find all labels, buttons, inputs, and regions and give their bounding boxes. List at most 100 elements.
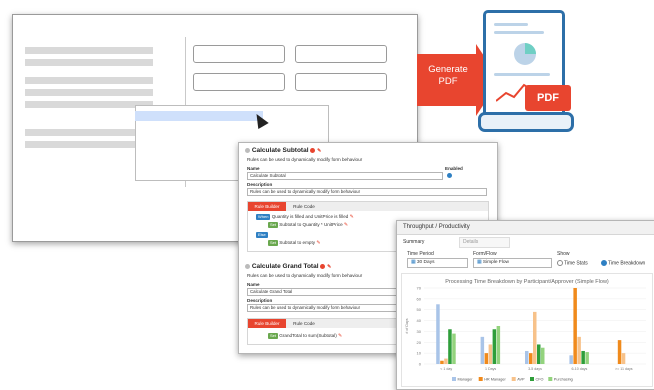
set-text: Subtotal to Quantity * UnitPrice: [279, 222, 343, 227]
legend-swatch: [548, 377, 553, 381]
wire-bar: [25, 47, 153, 54]
rule-subtitle: Rules can be used to dynamically modify …: [247, 157, 363, 162]
edit-icon[interactable]: ✎: [350, 214, 354, 220]
show-option-label: Time Stats: [564, 260, 588, 267]
doc-line: [494, 23, 528, 26]
radio-icon[interactable]: [557, 260, 563, 266]
legend-swatch: [530, 377, 534, 381]
tab-rule-code[interactable]: Rule Code: [288, 202, 320, 211]
when-text: Quantity is filled and UnitPrice is fill…: [271, 214, 349, 219]
wire-field: [295, 45, 387, 63]
y-tick-label: 30: [417, 329, 422, 334]
edit-icon[interactable]: ✎: [317, 148, 321, 154]
y-tick-label: 70: [417, 286, 422, 291]
bar: [448, 329, 452, 364]
wire-bar: [25, 77, 153, 84]
scroll-roll-icon: [478, 112, 574, 132]
time-period-select[interactable]: ▦ 30 Days: [407, 258, 468, 268]
rule-title: Calculate Subtotal ✎: [245, 147, 321, 154]
status-dot-icon: [310, 147, 316, 153]
name-field[interactable]: Calculate Subtotal: [247, 172, 443, 180]
radio-selected-icon[interactable]: [601, 260, 607, 266]
set-tag: Set: [268, 240, 279, 246]
bar: [525, 350, 529, 364]
collapse-icon[interactable]: [245, 147, 250, 153]
enabled-checkbox[interactable]: [447, 173, 452, 178]
name-label: Name: [247, 282, 260, 287]
tab-rule-builder[interactable]: Rule Builder: [248, 319, 286, 328]
bar: [533, 311, 537, 364]
rule-else-set-line: Set Subtotal to empty ✎: [268, 239, 321, 247]
panel-title: Throughput / Productivity: [403, 224, 470, 230]
flow-icon: ▦: [477, 260, 482, 265]
chart-frame: Processing Time Breakdown by Participant…: [401, 273, 653, 387]
show-option[interactable]: Time Stats: [557, 260, 588, 266]
else-set-text: Subtotal to empty: [279, 240, 316, 245]
bar: [436, 304, 440, 364]
time-period-label: Time Period: [407, 251, 434, 257]
tab-details[interactable]: Details: [459, 237, 510, 248]
edit-icon[interactable]: ✎: [344, 222, 348, 228]
bar: [496, 326, 501, 364]
bar: [585, 352, 589, 364]
rule-set-line: Set Subtotal to Quantity * UnitPrice ✎: [268, 221, 348, 229]
show-option[interactable]: Time Breakdown: [601, 260, 645, 266]
bar: [541, 347, 545, 364]
bar: [452, 333, 456, 364]
set-text: GrandTotal to sum(Subtotal): [279, 333, 337, 338]
panel-header: Throughput / Productivity: [397, 221, 654, 235]
edit-icon[interactable]: ✎: [316, 240, 320, 246]
chart-title: Processing Time Breakdown by Participant…: [445, 279, 609, 285]
when-tag: When: [256, 214, 271, 220]
name-label: Name: [247, 166, 260, 171]
description-field[interactable]: Rules can be used to dynamically modify …: [247, 188, 487, 196]
bar: [569, 355, 573, 364]
wire-bar: [25, 101, 153, 108]
legend-label: Manager: [458, 378, 474, 382]
form-flow-label: Form/Flow: [473, 251, 497, 257]
edit-icon[interactable]: ✎: [327, 264, 331, 270]
bar: [488, 344, 493, 364]
wire-field: [295, 73, 387, 91]
x-tick-label: 1 Days: [485, 367, 496, 371]
rule-subtitle: Rules can be used to dynamically modify …: [247, 273, 363, 278]
tab-rule-code[interactable]: Rule Code: [288, 319, 320, 328]
y-tick-label: 50: [417, 307, 422, 312]
legend-swatch: [511, 377, 516, 381]
legend-label: HR Manager: [484, 378, 506, 382]
else-tag: Else: [256, 232, 268, 238]
tab-rule-builder[interactable]: Rule Builder: [248, 202, 286, 211]
bar: [617, 340, 622, 364]
tab-summary[interactable]: Summary: [403, 239, 424, 245]
rule-title: Calculate Grand Total ✎: [245, 263, 331, 270]
wire-drag-field[interactable]: [135, 111, 263, 121]
bar: [444, 358, 448, 364]
legend-label: AVP: [517, 378, 525, 382]
description-label: Description: [247, 298, 273, 303]
y-tick-label: 20: [417, 340, 422, 345]
form-flow-select[interactable]: ▦ Simple Flow: [473, 258, 552, 268]
wire-bar: [25, 141, 153, 148]
bar: [621, 353, 626, 364]
y-tick-label: 40: [417, 318, 422, 323]
collapse-icon[interactable]: [245, 263, 250, 269]
doc-line: [494, 31, 544, 34]
wire-bar: [25, 129, 153, 136]
description-label: Description: [247, 182, 273, 187]
generate-pdf-label: Generate PDF: [428, 64, 468, 87]
y-tick-label: 60: [417, 296, 422, 301]
wire-field: [193, 45, 285, 63]
throughput-panel: Throughput / Productivity Summary Detail…: [396, 220, 654, 390]
legend-label: Purchasing: [554, 378, 573, 382]
bar: [480, 336, 485, 364]
y-tick-label: 0: [419, 362, 422, 367]
bar: [537, 344, 541, 364]
edit-icon[interactable]: ✎: [338, 333, 342, 339]
legend-swatch: [478, 377, 483, 381]
set-tag: Set: [268, 222, 279, 228]
legend-swatch: [452, 377, 456, 381]
pie-chart-icon: [514, 43, 536, 65]
rule-title-text: Calculate Grand Total: [251, 263, 319, 270]
status-dot-icon: [320, 263, 326, 269]
x-tick-label: 6-10 days: [572, 367, 588, 371]
